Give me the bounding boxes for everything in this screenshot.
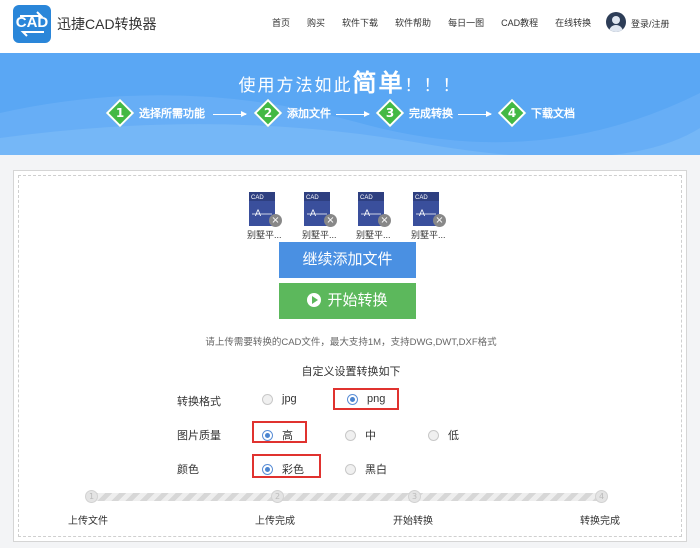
nav-item-online[interactable]: 在线转换 [555, 16, 591, 29]
file-name: 别墅平... [302, 230, 337, 240]
file-name: 别墅平... [411, 230, 446, 240]
progress-label-done: 转换完成 [580, 516, 620, 527]
step-arrow [336, 111, 370, 117]
quality-label: 图片质量 [177, 430, 221, 442]
nav-item-buy[interactable]: 购买 [307, 16, 325, 29]
progress-dot-4: 4 [595, 490, 608, 503]
remove-file-icon[interactable]: × [433, 214, 446, 227]
converter-panel: CAD A × 别墅平... CAD A × 别墅平... CAD A × 别墅… [13, 170, 687, 542]
app-logo[interactable]: CAD [13, 5, 51, 43]
highlight-box [252, 421, 307, 443]
svg-text:CAD: CAD [306, 195, 319, 201]
quality-option-medium[interactable]: 中 [345, 427, 376, 443]
highlight-box [333, 388, 399, 410]
svg-text:A: A [419, 208, 425, 218]
logo-text: CAD [15, 14, 49, 31]
radio-icon[interactable] [345, 463, 356, 475]
svg-text:CAD: CAD [415, 195, 428, 201]
svg-text:CAD: CAD [360, 195, 373, 201]
nav-item-download[interactable]: 软件下载 [342, 16, 378, 29]
step-arrow [213, 111, 247, 117]
file-name: 别墅平... [356, 230, 391, 240]
progress-label-converting: 开始转换 [393, 516, 433, 527]
step-arrow [458, 111, 492, 117]
svg-text:A: A [364, 208, 370, 218]
banner-title: 使用方法如此简单！！！ [238, 70, 462, 97]
user-avatar-icon[interactable] [606, 12, 626, 32]
progress-label-upload: 上传文件 [68, 516, 108, 527]
brand-name[interactable]: 迅捷CAD转换器 [57, 14, 157, 34]
format-label: 转换格式 [177, 396, 221, 408]
settings-title: 自定义设置转换如下 [301, 366, 401, 378]
upload-hint: 请上传需要转换的CAD文件，最大支持1M，支持DWG,DWT,DXF格式 [205, 337, 497, 348]
main-nav: 首页 购买 软件下载 软件帮助 每日一图 CAD教程 在线转换 [272, 16, 608, 29]
progress-label-uploaded: 上传完成 [255, 516, 295, 527]
remove-file-icon[interactable]: × [378, 214, 391, 227]
progress-dot-2: 2 [271, 490, 284, 503]
svg-text:CAD: CAD [251, 195, 264, 201]
how-to-banner: 使用方法如此简单！！！ 1 选择所需功能 2 添加文件 3 完成转换 4 下载文… [0, 53, 700, 155]
svg-text:A: A [255, 208, 261, 218]
nav-item-home[interactable]: 首页 [272, 16, 290, 29]
color-option-bw[interactable]: 黑白 [345, 461, 387, 477]
upload-area: CAD A × 别墅平... CAD A × 别墅平... CAD A × 别墅… [18, 175, 682, 537]
progress-dot-3: 3 [408, 490, 421, 503]
nav-item-tutorial[interactable]: CAD教程 [501, 16, 538, 29]
banner-step-4: 4 下载文档 [497, 98, 575, 128]
format-option-jpg[interactable]: jpg [262, 393, 297, 405]
start-convert-button[interactable]: 开始转换 [279, 283, 416, 319]
radio-icon[interactable] [428, 429, 439, 441]
banner-step-3: 3 完成转换 [375, 98, 453, 128]
banner-step-2: 2 添加文件 [253, 98, 331, 128]
login-register-link[interactable]: 登录/注册 [631, 17, 670, 30]
nav-item-daily[interactable]: 每日一图 [448, 16, 484, 29]
nav-item-help[interactable]: 软件帮助 [395, 16, 431, 29]
color-label: 颜色 [177, 464, 199, 476]
top-header: CAD 迅捷CAD转换器 首页 购买 软件下载 软件帮助 每日一图 CAD教程 … [0, 0, 700, 53]
remove-file-icon[interactable]: × [324, 214, 337, 227]
quality-option-low[interactable]: 低 [428, 427, 459, 443]
add-more-files-button[interactable]: 继续添加文件 [279, 242, 416, 278]
banner-step-1: 1 选择所需功能 [105, 98, 205, 128]
svg-text:A: A [310, 208, 316, 218]
progress-track [91, 493, 605, 501]
play-icon [307, 293, 322, 307]
progress-dot-1: 1 [85, 490, 98, 503]
radio-icon[interactable] [262, 393, 273, 405]
highlight-box [252, 454, 321, 478]
file-name: 别墅平... [247, 230, 282, 240]
remove-file-icon[interactable]: × [269, 214, 282, 227]
radio-icon[interactable] [345, 429, 356, 441]
